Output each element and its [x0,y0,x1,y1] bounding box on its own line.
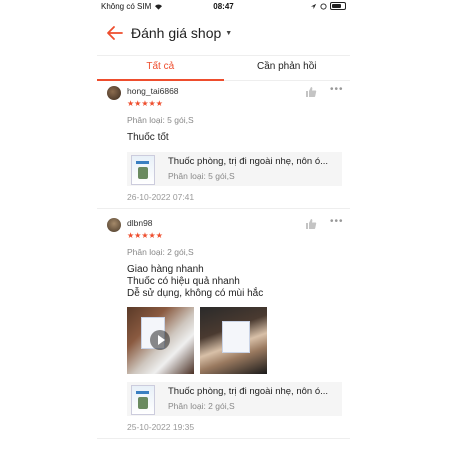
review-text-line: Giao hàng nhanh [127,264,204,275]
app-frame: Không có SIM 08:47 Đánh giá shop ▼ Tất c… [97,0,350,449]
product-card[interactable]: Thuốc phòng, trị đi ngoài nhẹ, nôn ó... … [127,382,342,416]
battery-icon [330,2,346,10]
review-variant: Phân loại: 5 gói,S [127,115,194,125]
product-card[interactable]: Thuốc phòng, trị đi ngoài nhẹ, nôn ó... … [127,152,342,186]
product-thumbnail [131,385,155,415]
review-text-line: Thuốc có hiệu quả nhanh [127,276,240,287]
thumbs-up-icon[interactable] [305,218,317,230]
divider [97,438,350,439]
location-icon [310,3,317,9]
page-title-text: Đánh giá shop [131,25,222,41]
product-variant: Phân loại: 2 gói,S [168,401,235,411]
thumbs-up-icon[interactable] [305,86,317,98]
review-variant: Phân loại: 2 gói,S [127,247,194,257]
product-name: Thuốc phòng, trị đi ngoài nhẹ, nôn ó... [168,386,329,397]
review-text-line: Thuốc tốt [127,132,169,143]
review-video[interactable] [127,307,194,374]
status-bar: Không có SIM 08:47 [97,0,350,14]
more-options-icon[interactable]: ••• [330,84,344,95]
product-thumbnail [131,155,155,185]
review-username: dlbn98 [127,218,153,228]
avatar[interactable] [107,218,121,232]
review-photo[interactable] [200,307,267,374]
product-packet-image [222,321,250,353]
play-icon[interactable] [150,330,170,350]
rating-stars: ★★★★★ [127,99,163,108]
alarm-icon [320,2,327,10]
status-right [310,2,346,10]
review-text-line: Dễ sử dụng, không có mùi hắc [127,288,264,299]
caret-down-icon: ▼ [225,29,233,37]
tab-bar: Tất cả Cần phản hồi [97,55,350,81]
review-content: Thuốc tốt [127,132,169,144]
page-title[interactable]: Đánh giá shop ▼ [131,25,232,41]
more-options-icon[interactable]: ••• [330,216,344,227]
product-name: Thuốc phòng, trị đi ngoài nhẹ, nôn ó... [168,156,329,167]
tab-need-reply[interactable]: Cần phản hồi [224,56,351,80]
review-username: hong_tai6868 [127,86,179,96]
avatar[interactable] [107,86,121,100]
product-variant: Phân loại: 5 gói,S [168,171,235,181]
header: Đánh giá shop ▼ [97,18,350,48]
divider [97,208,350,209]
review-date: 26-10-2022 07:41 [127,192,195,202]
rating-stars: ★★★★★ [127,231,163,240]
review-content: Giao hàng nhanh Thuốc có hiệu quả nhanh … [127,264,263,300]
review-date: 25-10-2022 19:35 [127,422,195,432]
tab-all[interactable]: Tất cả [97,56,224,81]
back-arrow-icon[interactable] [105,23,125,43]
